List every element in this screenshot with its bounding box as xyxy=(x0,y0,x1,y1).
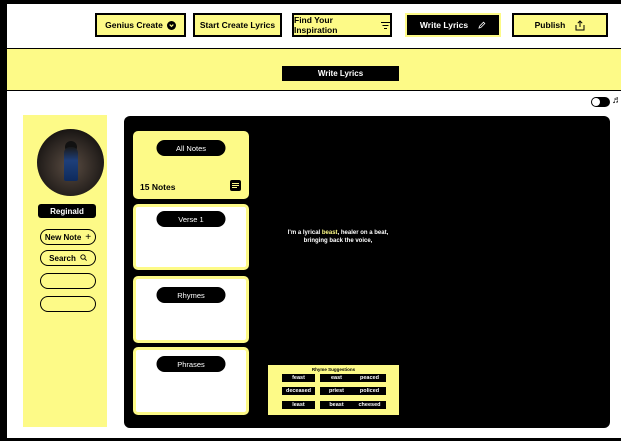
rhyme-word[interactable]: east xyxy=(320,374,353,382)
new-note-button[interactable]: New Note + xyxy=(40,229,96,245)
chevron-down-circle-icon xyxy=(166,20,176,30)
verse-label: Verse 1 xyxy=(156,211,226,227)
all-notes-card[interactable]: All Notes 15 Notes xyxy=(133,131,249,199)
rhyme-word[interactable]: priest xyxy=(320,387,353,395)
all-notes-label: All Notes xyxy=(156,140,226,156)
pencil-icon xyxy=(478,21,486,29)
write-lyrics-button[interactable]: Write Lyrics xyxy=(405,13,501,37)
find-inspiration-button[interactable]: Find Your Inspiration xyxy=(292,13,392,37)
rhymes-card[interactable]: Rhymes xyxy=(133,276,249,343)
rhyme-word[interactable]: peaced xyxy=(353,374,386,382)
new-note-label: New Note xyxy=(44,232,82,242)
notes-count: 15 Notes xyxy=(140,182,176,192)
start-create-lyrics-button[interactable]: Start Create Lyrics xyxy=(193,13,282,37)
rhymes-label: Rhymes xyxy=(156,287,226,303)
rhyme-word[interactable]: least xyxy=(282,401,315,409)
filter-icon xyxy=(381,21,390,29)
lyrics-suffix: , healer on a beat, xyxy=(337,230,389,236)
page-title: Write Lyrics xyxy=(282,66,399,81)
lyrics-highlight: beast xyxy=(321,230,338,236)
genius-create-button[interactable]: Genius Create xyxy=(95,13,186,37)
publish-label: Publish xyxy=(534,20,566,30)
rhyme-suggestions: Rhyme Suggestions feast east peaced dece… xyxy=(268,365,399,415)
rhyme-word[interactable]: cheesed xyxy=(353,401,386,409)
lyrics-text[interactable]: I'm a lyrical beast, healer on a beat, b… xyxy=(268,229,408,245)
lyrics-prefix: I'm a lyrical xyxy=(287,230,322,236)
start-create-lyrics-label: Start Create Lyrics xyxy=(199,20,276,30)
search-button[interactable]: Search xyxy=(40,250,96,266)
rhyme-word[interactable]: policed xyxy=(353,387,386,395)
sidebar-empty-button-1[interactable] xyxy=(40,273,96,289)
avatar[interactable] xyxy=(37,129,104,196)
rhyme-suggestions-title: Rhyme Suggestions xyxy=(311,367,356,372)
music-note-icon[interactable]: ♬ xyxy=(612,96,621,106)
publish-button[interactable]: Publish xyxy=(512,13,608,37)
toggle-knob xyxy=(592,98,600,106)
notes-icon[interactable] xyxy=(230,180,241,191)
verse-card[interactable]: Verse 1 xyxy=(133,204,249,270)
share-icon xyxy=(575,19,585,31)
lyrics-line-2: bringing back the voice, xyxy=(303,238,373,244)
plus-icon: + xyxy=(85,231,92,243)
write-lyrics-label: Write Lyrics xyxy=(419,20,469,30)
avatar-figure xyxy=(64,147,78,181)
rhyme-word[interactable]: beast xyxy=(320,401,353,409)
search-icon xyxy=(80,253,87,263)
find-inspiration-label: Find Your Inspiration xyxy=(294,15,338,35)
rhyme-word[interactable]: deceased xyxy=(282,387,315,395)
genius-create-label: Genius Create xyxy=(105,20,163,30)
phrases-card[interactable]: Phrases xyxy=(133,347,249,415)
rhyme-word[interactable]: feast xyxy=(282,374,315,382)
phrases-label: Phrases xyxy=(156,356,226,372)
sidebar-empty-button-2[interactable] xyxy=(40,296,96,312)
user-name: Reginald xyxy=(38,204,96,218)
toggle-icon[interactable] xyxy=(591,97,610,107)
search-label: Search xyxy=(49,253,76,263)
